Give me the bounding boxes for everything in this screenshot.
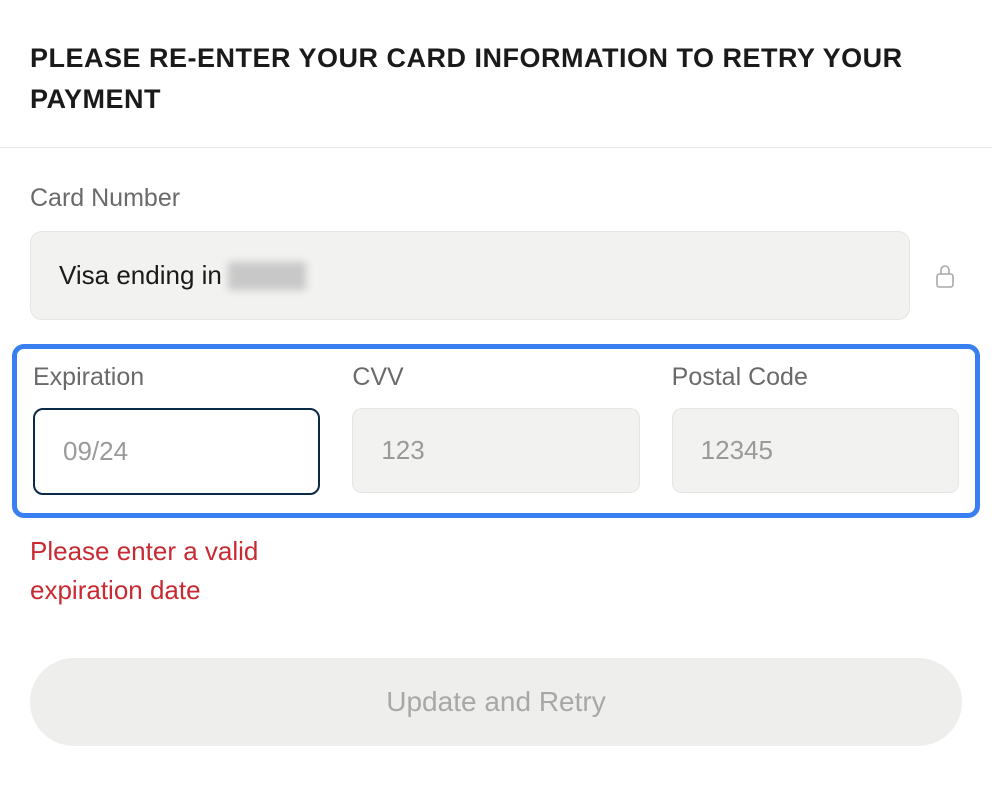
card-number-display: Visa ending in: [30, 231, 910, 320]
card-number-text: Visa ending in: [59, 260, 222, 291]
postal-col: Postal Code: [672, 363, 959, 495]
postal-label: Postal Code: [672, 363, 959, 392]
card-number-row: Visa ending in: [30, 231, 962, 320]
update-retry-button[interactable]: Update and Retry: [30, 658, 962, 746]
form-title: PLEASE RE-ENTER YOUR CARD INFORMATION TO…: [30, 38, 962, 119]
submit-row: Update and Retry: [30, 658, 962, 746]
cvv-label: CVV: [352, 363, 639, 392]
three-column-row: Expiration CVV Postal Code: [33, 363, 959, 495]
form-header: PLEASE RE-ENTER YOUR CARD INFORMATION TO…: [0, 0, 992, 148]
card-number-label: Card Number: [30, 184, 962, 213]
expiration-label: Expiration: [33, 363, 320, 392]
highlighted-fields: Expiration CVV Postal Code: [12, 344, 980, 518]
expiration-col: Expiration: [33, 363, 320, 495]
expiration-input[interactable]: [33, 408, 320, 495]
payment-form: Card Number Visa ending in Expiration CV…: [0, 148, 992, 776]
cvv-col: CVV: [352, 363, 639, 495]
card-number-redacted: [228, 262, 306, 290]
expiration-error: Please enter a valid expiration date: [30, 532, 290, 610]
postal-input[interactable]: [672, 408, 959, 493]
lock-icon: [928, 259, 962, 293]
cvv-input[interactable]: [352, 408, 639, 493]
